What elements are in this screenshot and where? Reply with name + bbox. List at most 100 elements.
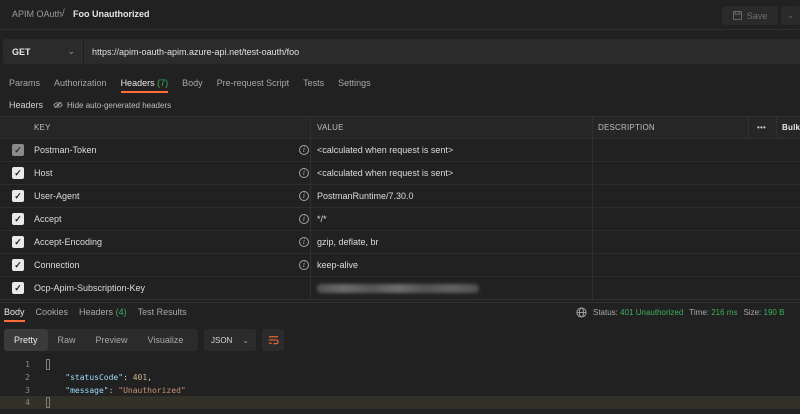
table-row: ✓ Postman-Token i <calculated when reque… xyxy=(0,139,800,162)
header-value[interactable]: */* xyxy=(317,208,327,230)
column-divider xyxy=(748,116,749,139)
header-value[interactable]: PostmanRuntime/7.30.0 xyxy=(317,185,414,207)
more-options-icon[interactable]: ••• xyxy=(757,117,766,138)
tab-tests[interactable]: Tests xyxy=(303,77,324,93)
table-row: ✓ Accept i */* xyxy=(0,208,800,231)
tab-cookies[interactable]: Cookies xyxy=(36,306,69,322)
breadcrumb-request-name[interactable]: Foo Unauthorized xyxy=(73,9,150,19)
header-key[interactable]: User-Agent xyxy=(34,185,80,207)
row-checkbox[interactable]: ✓ xyxy=(12,190,24,202)
header-key[interactable]: Accept xyxy=(34,208,62,230)
tab-body[interactable]: Body xyxy=(182,77,203,93)
wrap-lines-icon xyxy=(268,336,279,345)
size-value[interactable]: 190 B xyxy=(764,308,785,317)
breadcrumb-separator: / xyxy=(62,8,65,19)
header-key[interactable]: Host xyxy=(34,162,53,184)
wrap-lines-button[interactable] xyxy=(262,329,284,351)
column-key: KEY xyxy=(34,123,51,132)
row-checkbox[interactable]: ✓ xyxy=(12,236,24,248)
eye-off-icon xyxy=(53,101,63,109)
header-value[interactable]: gzip, deflate, br xyxy=(317,231,379,253)
time-value[interactable]: 216 ms xyxy=(711,308,737,317)
method-select[interactable]: GET ⌄ xyxy=(3,39,83,64)
headers-subheader: Headers Hide auto-generated headers xyxy=(9,99,171,111)
row-checkbox[interactable]: ✓ xyxy=(12,282,24,294)
request-tabs: Params Authorization Headers (7) Body Pr… xyxy=(9,77,385,93)
header-key[interactable]: Ocp-Apim-Subscription-Key xyxy=(34,277,145,299)
row-checkbox[interactable]: ✓ xyxy=(12,213,24,225)
table-row: ✓ Accept-Encoding i gzip, deflate, br xyxy=(0,231,800,254)
line-number: 1 xyxy=(25,360,30,369)
method-label: GET xyxy=(12,46,31,57)
column-value: VALUE xyxy=(317,123,344,132)
status-label: Status: 401 Unauthorized xyxy=(593,307,684,317)
info-icon[interactable]: i xyxy=(299,191,309,201)
info-icon[interactable]: i xyxy=(299,237,309,247)
pretty-button[interactable]: Pretty xyxy=(4,329,48,351)
bulk-edit-button[interactable]: Bulk xyxy=(782,117,800,138)
header-value[interactable]: <calculated when request is sent> xyxy=(317,139,453,161)
tab-settings[interactable]: Settings xyxy=(338,77,371,93)
globe-icon[interactable] xyxy=(576,306,587,318)
tab-test-results[interactable]: Test Results xyxy=(138,306,187,322)
info-icon[interactable]: i xyxy=(299,168,309,178)
json-key: "message" xyxy=(65,386,109,395)
code-line-current: 4 xyxy=(0,396,800,409)
headers-table: KEY VALUE DESCRIPTION ••• Bulk ✓ Postman… xyxy=(0,116,800,300)
view-mode-group: Pretty Raw Preview Visualize xyxy=(4,329,198,351)
column-description: DESCRIPTION xyxy=(598,123,655,132)
size-label: Size: 190 B xyxy=(743,307,785,317)
tab-response-headers[interactable]: Headers (4) xyxy=(79,306,127,322)
pane-divider[interactable] xyxy=(0,302,800,303)
json-number: 401 xyxy=(132,373,148,382)
url-input[interactable]: https://apim-oauth-apim.azure-api.net/te… xyxy=(83,39,800,64)
raw-button[interactable]: Raw xyxy=(48,329,86,351)
header-value[interactable]: <calculated when request is sent> xyxy=(317,162,453,184)
tab-params[interactable]: Params xyxy=(9,77,40,93)
table-row: ✓ Connection i keep-alive xyxy=(0,254,800,277)
save-options-button[interactable]: ⌄ xyxy=(781,6,800,25)
header-value[interactable]: keep-alive xyxy=(317,254,358,276)
response-body-editor[interactable]: 1 2 "statusCode": 401, 3 "message": "Una… xyxy=(0,356,800,414)
bracket-match-marker xyxy=(46,396,50,408)
json-string: "Unauthorized" xyxy=(118,386,186,395)
tab-response-body[interactable]: Body xyxy=(4,306,25,322)
status-value[interactable]: 401 Unauthorized xyxy=(620,308,683,317)
tab-pre-request-script[interactable]: Pre-request Script xyxy=(217,77,290,93)
response-meta: Status: 401 Unauthorized Time: 216 ms Si… xyxy=(576,306,784,318)
format-select[interactable]: JSON ⌄ xyxy=(204,329,256,351)
redacted-value[interactable] xyxy=(317,284,479,293)
table-row: ✓ User-Agent i PostmanRuntime/7.30.0 xyxy=(0,185,800,208)
tab-headers[interactable]: Headers (7) xyxy=(120,77,169,93)
chevron-down-icon: ⌄ xyxy=(787,11,794,20)
table-row: ✓ Host i <calculated when request is sen… xyxy=(0,162,800,185)
time-label: Time: 216 ms xyxy=(689,307,738,317)
tab-authorization[interactable]: Authorization xyxy=(54,77,107,93)
table-header-row: KEY VALUE DESCRIPTION ••• Bulk xyxy=(0,116,800,139)
save-button[interactable]: Save xyxy=(722,6,778,25)
bracket-match-marker xyxy=(46,358,50,370)
row-checkbox[interactable]: ✓ xyxy=(12,259,24,271)
json-key: "statusCode" xyxy=(65,373,124,382)
format-label: JSON xyxy=(211,335,233,345)
url-text: https://apim-oauth-apim.azure-api.net/te… xyxy=(92,46,300,57)
column-divider xyxy=(776,116,777,139)
table-row: ✓ Ocp-Apim-Subscription-Key xyxy=(0,277,800,300)
headers-count: (7) xyxy=(157,78,169,88)
info-icon[interactable]: i xyxy=(299,145,309,155)
line-number: 2 xyxy=(25,373,30,382)
row-checkbox[interactable]: ✓ xyxy=(12,167,24,179)
headers-section-label: Headers xyxy=(9,100,44,110)
response-headers-count: (4) xyxy=(115,307,127,317)
code-line: 1 xyxy=(0,358,800,371)
header-key[interactable]: Accept-Encoding xyxy=(34,231,102,253)
header-key[interactable]: Postman-Token xyxy=(34,139,97,161)
hide-auto-generated-toggle[interactable]: Hide auto-generated headers xyxy=(53,101,171,110)
row-checkbox[interactable]: ✓ xyxy=(12,144,24,156)
info-icon[interactable]: i xyxy=(299,214,309,224)
header-key[interactable]: Connection xyxy=(34,254,80,276)
visualize-button[interactable]: Visualize xyxy=(138,329,194,351)
breadcrumb-collection[interactable]: APIM OAuth xyxy=(12,9,62,19)
info-icon[interactable]: i xyxy=(299,260,309,270)
preview-button[interactable]: Preview xyxy=(86,329,138,351)
